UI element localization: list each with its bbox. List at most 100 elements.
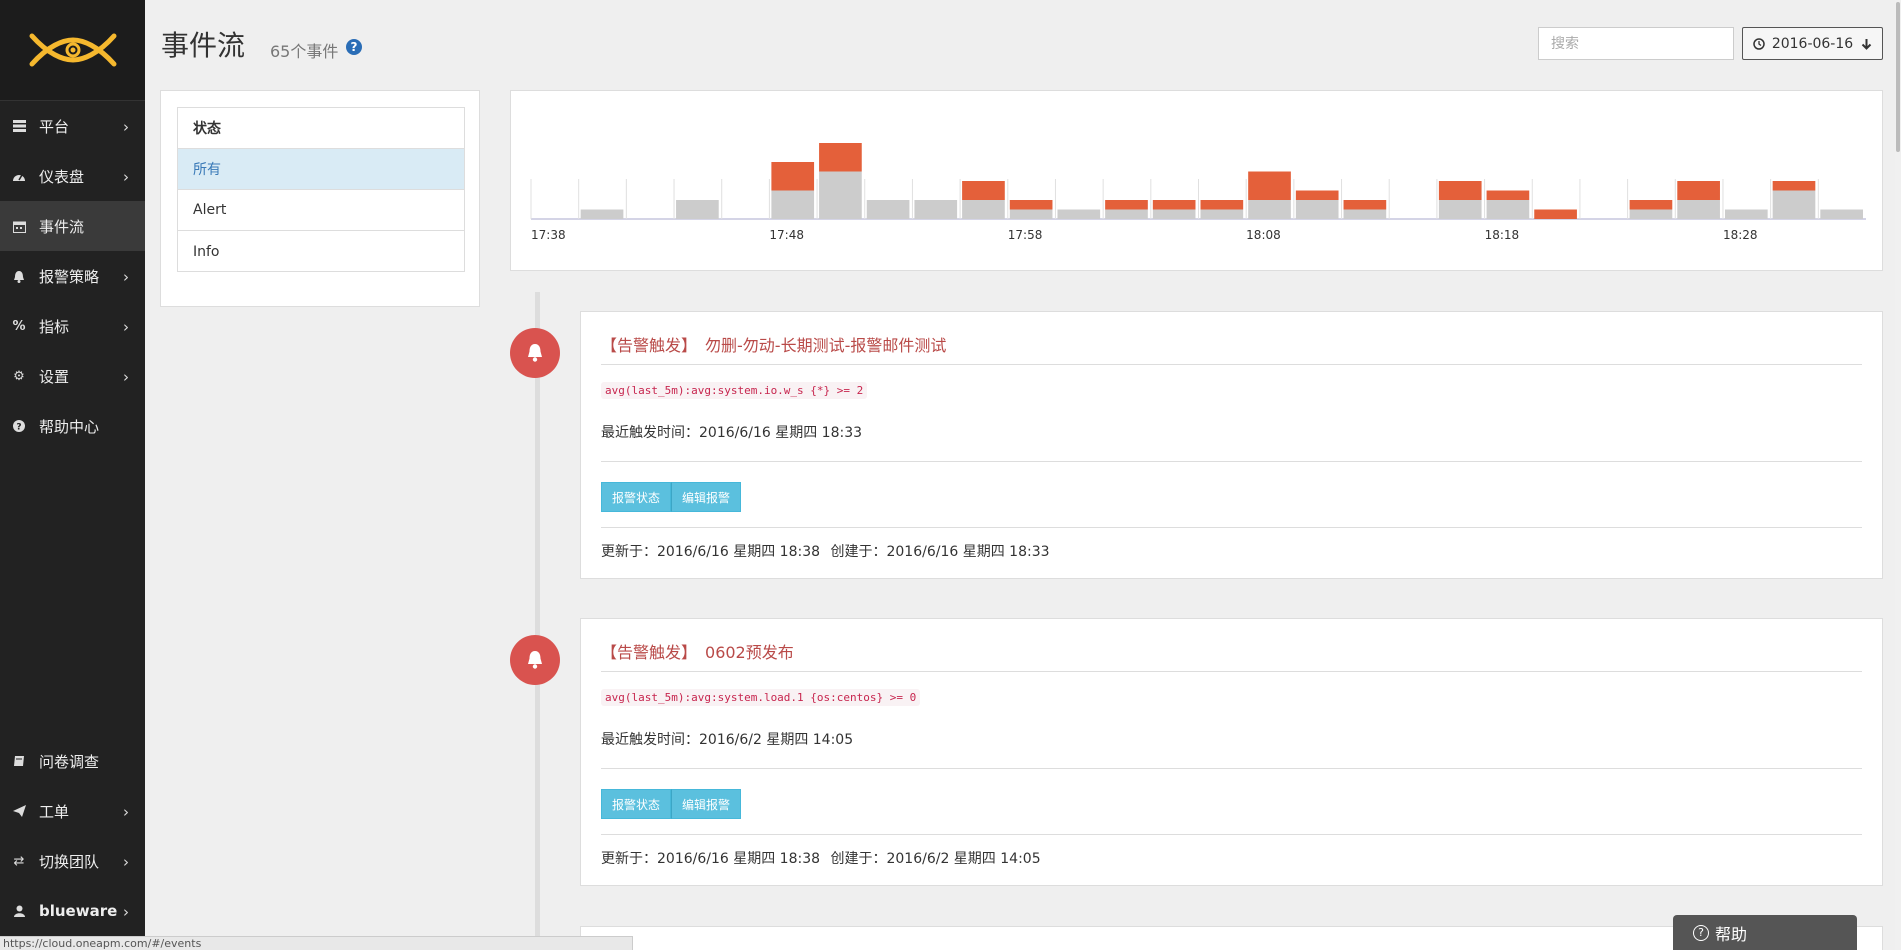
sidebar-item-label: 仪表盘 [39,167,85,186]
bar-alert[interactable] [962,181,1005,200]
bar-info[interactable] [1677,200,1720,219]
sidebar-item-label: 指标 [39,317,70,336]
tick-label: 18:18 [1485,228,1520,242]
sidebar-item-help-center[interactable]: ? 帮助中心 [0,401,145,451]
bar-alert[interactable] [1534,209,1577,220]
sidebar-item-metrics[interactable]: % 指标 › [0,301,145,351]
divider [601,768,1862,769]
bar-info[interactable] [1295,200,1339,219]
event-tag: 【告警触发】 [601,643,698,662]
calendar-icon [11,219,27,233]
percent-icon: % [12,318,26,334]
event-title[interactable]: 【告警触发】 0602预发布 [601,639,794,663]
sidebar-item-label: 工单 [39,802,70,821]
bar-alert[interactable] [1248,171,1291,201]
server-icon [11,119,27,133]
clock-icon [1753,37,1765,50]
bar-info[interactable] [1057,209,1101,220]
bar-info[interactable] [1343,209,1387,220]
sidebar-item-label: 切换团队 [39,852,100,871]
bar-info[interactable] [1152,209,1196,220]
bar-info[interactable] [1486,200,1530,219]
sidebar-item-ticket[interactable]: 工单 › [0,786,145,836]
event-count: 65个事件 [270,42,339,61]
updated-time: 更新于：2016/6/16 星期四 18:38 [601,544,821,560]
scrollbar[interactable] [1895,0,1901,950]
search-input[interactable] [1538,27,1734,60]
tick-label: 18:08 [1246,228,1281,242]
sidebar-item-settings[interactable]: ⚙ 设置 › [0,351,145,401]
logo[interactable] [0,0,145,101]
last-trigger-time: 最近触发时间：2016/6/2 星期四 14:05 [601,732,854,748]
bar-info[interactable] [1820,209,1863,220]
sidebar-item-label: 报警策略 [39,267,100,286]
page-title: 事件流 [161,29,246,62]
paper-plane-icon [11,804,27,818]
divider [601,461,1862,462]
bar-info[interactable] [819,171,862,220]
bar-info[interactable] [580,209,624,220]
help-widget[interactable]: ? 帮助 [1673,915,1857,950]
exchange-icon: ⇄ [13,853,25,869]
tick-label: 17:48 [769,228,804,242]
bar-alert[interactable] [1009,200,1053,210]
status-bar-url: https://cloud.oneapm.com/#/events [0,936,633,950]
bar-info[interactable] [1438,200,1482,219]
bar-info[interactable] [1105,209,1148,220]
bar-alert[interactable] [1486,190,1530,201]
bar-info[interactable] [676,200,719,219]
bar-info[interactable] [1724,209,1768,220]
bar-alert[interactable] [1772,181,1816,191]
bar-alert[interactable] [1629,200,1673,210]
chevron-right-icon: › [123,853,129,871]
filter-option-info[interactable]: Info [178,231,464,272]
sidebar-item-dashboard[interactable]: 仪表盘 › [0,151,145,201]
bar-alert[interactable] [1295,190,1339,201]
edit-alert-button[interactable]: 编辑报警 [671,789,742,819]
bar-alert[interactable] [1200,200,1244,210]
bar-alert[interactable] [1677,181,1720,200]
event-meta: 更新于：2016/6/16 星期四 18:38 创建于：2016/6/2 星期四… [601,848,1047,868]
sidebar-item-label: 平台 [39,117,70,136]
scrollbar-thumb[interactable] [1896,2,1900,152]
sidebar-item-switch-team[interactable]: ⇄ 切换团队 › [0,836,145,886]
book-icon [11,754,27,768]
chevron-right-icon: › [123,803,129,821]
bar-alert[interactable] [771,162,815,191]
filter-option-alert[interactable]: Alert [178,190,464,231]
chevron-right-icon: › [123,268,129,286]
bar-alert[interactable] [1105,200,1148,210]
bar-info[interactable] [962,200,1005,219]
bar-alert[interactable] [1152,200,1196,210]
bar-info[interactable] [1009,209,1053,220]
sidebar-item-survey[interactable]: 问卷调查 [0,736,145,786]
alert-status-button[interactable]: 报警状态 [601,789,672,819]
bar-info[interactable] [1248,200,1291,219]
help-icon[interactable]: ? [346,39,362,55]
chevron-right-icon: › [123,368,129,386]
event-title[interactable]: 【告警触发】 勿删-勿动-长期测试-报警邮件测试 [601,332,946,356]
filter-option-all[interactable]: 所有 [178,149,464,190]
bar-info[interactable] [1200,209,1244,220]
chevron-right-icon: › [123,168,129,186]
sidebar-item-events[interactable]: 事件流 [0,201,145,251]
bar-alert[interactable] [1343,200,1387,210]
bar-alert[interactable] [1438,181,1482,200]
divider [601,364,1862,365]
sidebar-item-alert-policy[interactable]: 报警策略 › [0,251,145,301]
chevron-right-icon: › [123,903,129,921]
sidebar-item-platform[interactable]: 平台 › [0,101,145,151]
event-histogram: 17:38 17:48 17:58 18:08 18:18 18:28 [510,90,1883,271]
bar-info[interactable] [1629,209,1673,220]
alert-status-button[interactable]: 报警状态 [601,482,672,512]
bar-info[interactable] [914,200,958,219]
date-picker-button[interactable]: 2016-06-16 [1742,27,1883,60]
edit-alert-button[interactable]: 编辑报警 [671,482,742,512]
bar-info[interactable] [771,190,815,220]
bar-alert[interactable] [819,143,862,172]
sidebar-item-user[interactable]: blueware › [0,886,145,936]
bar-info[interactable] [866,200,910,219]
timeline-line [535,292,540,950]
sidebar-item-label: 问卷调查 [39,752,100,771]
bar-info[interactable] [1772,190,1816,220]
